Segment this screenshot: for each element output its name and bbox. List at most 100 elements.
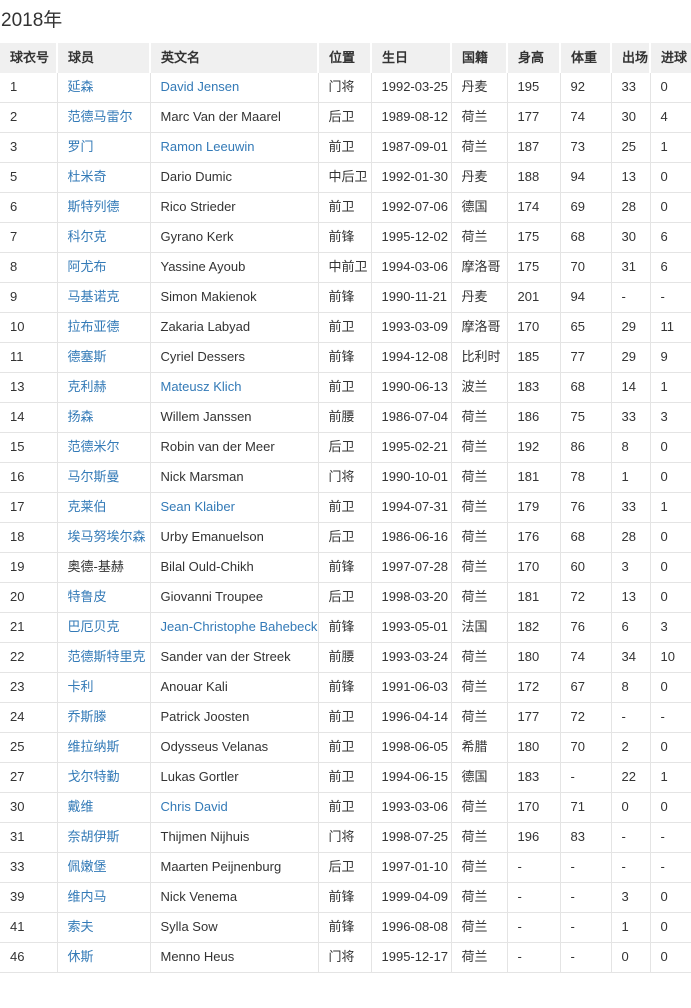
cell-height: 183 [507,763,560,793]
cell-name-en: Robin van der Meer [150,433,318,463]
cell-weight: 70 [560,733,611,763]
player-link[interactable]: 维拉纳斯 [68,739,120,754]
cell-nationality: 法国 [451,613,507,643]
cell-jersey-number: 2 [0,103,57,133]
cell-appearances: 33 [611,493,650,523]
cell-goals: 0 [650,553,691,583]
player-link[interactable]: 佩嫩堡 [68,859,107,874]
player-link[interactable]: 罗门 [68,139,94,154]
player-link[interactable]: 杜米奇 [68,169,107,184]
cell-height: 187 [507,133,560,163]
player-link[interactable]: 范德斯特里克 [68,649,146,664]
cell-weight: 70 [560,253,611,283]
cell-birthday: 1993-05-01 [371,613,451,643]
cell-position: 前锋 [318,283,371,313]
player-en-link[interactable]: Ramon Leeuwin [161,139,255,154]
cell-jersey-number: 33 [0,853,57,883]
player-link[interactable]: 戈尔特勤 [68,769,120,784]
player-link[interactable]: 斯特列德 [68,199,120,214]
cell-name-en: Dario Dumic [150,163,318,193]
cell-birthday: 1990-10-01 [371,463,451,493]
cell-weight: - [560,943,611,973]
cell-birthday: 1996-04-14 [371,703,451,733]
player-link[interactable]: 德塞斯 [68,349,107,364]
player-link[interactable]: 延森 [68,79,94,94]
table-row: 14扬森Willem Janssen前腰1986-07-04荷兰18675333 [0,403,691,433]
player-en-link[interactable]: Jean-Christophe Bahebeck [161,619,318,634]
player-link[interactable]: 克莱伯 [68,499,107,514]
cell-height: 177 [507,103,560,133]
cell-nationality: 德国 [451,193,507,223]
cell-goals: 0 [650,943,691,973]
column-header-birthday: 生日 [371,43,451,73]
player-link[interactable]: 拉布亚德 [68,319,120,334]
cell-name-en: David Jensen [150,73,318,103]
cell-height: 174 [507,193,560,223]
player-link[interactable]: 马基诺克 [68,289,120,304]
player-en-link[interactable]: Chris David [161,799,228,814]
cell-height: 186 [507,403,560,433]
cell-name-en: Bilal Ould-Chikh [150,553,318,583]
cell-player-cn: 乔斯滕 [57,703,150,733]
cell-nationality: 希腊 [451,733,507,763]
cell-weight: 83 [560,823,611,853]
table-row: 46休斯Menno Heus门将1995-12-17荷兰--00 [0,943,691,973]
player-link[interactable]: 维内马 [68,889,107,904]
cell-jersey-number: 30 [0,793,57,823]
player-link[interactable]: 埃马努埃尔森 [68,529,146,544]
player-link[interactable]: 戴维 [68,799,94,814]
cell-nationality: 荷兰 [451,943,507,973]
player-link[interactable]: 范德马雷尔 [68,109,133,124]
player-en-link[interactable]: Mateusz Klich [161,379,242,394]
player-link[interactable]: 乔斯滕 [68,709,107,724]
cell-height: - [507,943,560,973]
player-link[interactable]: 范德米尔 [68,439,120,454]
cell-goals: 6 [650,223,691,253]
cell-goals: - [650,853,691,883]
cell-appearances: 25 [611,133,650,163]
table-row: 8阿尤布Yassine Ayoub中前卫1994-03-06摩洛哥1757031… [0,253,691,283]
cell-appearances: - [611,853,650,883]
player-link[interactable]: 阿尤布 [68,259,107,274]
cell-jersey-number: 11 [0,343,57,373]
table-row: 7科尔克Gyrano Kerk前锋1995-12-02荷兰17568306 [0,223,691,253]
cell-birthday: 1986-06-16 [371,523,451,553]
cell-name-en: Cyriel Dessers [150,343,318,373]
cell-position: 后卫 [318,433,371,463]
cell-weight: 74 [560,643,611,673]
cell-nationality: 波兰 [451,373,507,403]
cell-height: 180 [507,643,560,673]
cell-birthday: 1992-01-30 [371,163,451,193]
player-link[interactable]: 特鲁皮 [68,589,107,604]
cell-goals: 1 [650,763,691,793]
player-link[interactable]: 休斯 [68,949,94,964]
cell-nationality: 荷兰 [451,643,507,673]
cell-goals: 0 [650,73,691,103]
cell-player-cn: 杜米奇 [57,163,150,193]
player-link[interactable]: 马尔斯曼 [68,469,120,484]
player-link[interactable]: 克利赫 [68,379,107,394]
cell-goals: 0 [650,163,691,193]
player-link[interactable]: 卡利 [68,679,94,694]
cell-appearances: 8 [611,673,650,703]
cell-goals: 4 [650,103,691,133]
cell-birthday: 1994-12-08 [371,343,451,373]
cell-position: 前卫 [318,763,371,793]
cell-goals: 9 [650,343,691,373]
cell-height: 172 [507,673,560,703]
cell-birthday: 1998-03-20 [371,583,451,613]
player-link[interactable]: 巴厄贝克 [68,619,120,634]
player-link[interactable]: 扬森 [68,409,94,424]
player-link[interactable]: 索夫 [68,919,94,934]
player-link[interactable]: 科尔克 [68,229,107,244]
cell-nationality: 荷兰 [451,913,507,943]
player-en-link[interactable]: Sean Klaiber [161,499,235,514]
player-en-link[interactable]: David Jensen [161,79,240,94]
cell-player-cn: 特鲁皮 [57,583,150,613]
cell-name-en: Gyrano Kerk [150,223,318,253]
cell-appearances: 31 [611,253,650,283]
cell-birthday: 1993-03-24 [371,643,451,673]
player-link[interactable]: 奈胡伊斯 [68,829,120,844]
cell-birthday: 1990-11-21 [371,283,451,313]
squad-table: 球衣号球员英文名位置生日国籍身高体重出场进球 1延森David Jensen门将… [0,43,691,973]
